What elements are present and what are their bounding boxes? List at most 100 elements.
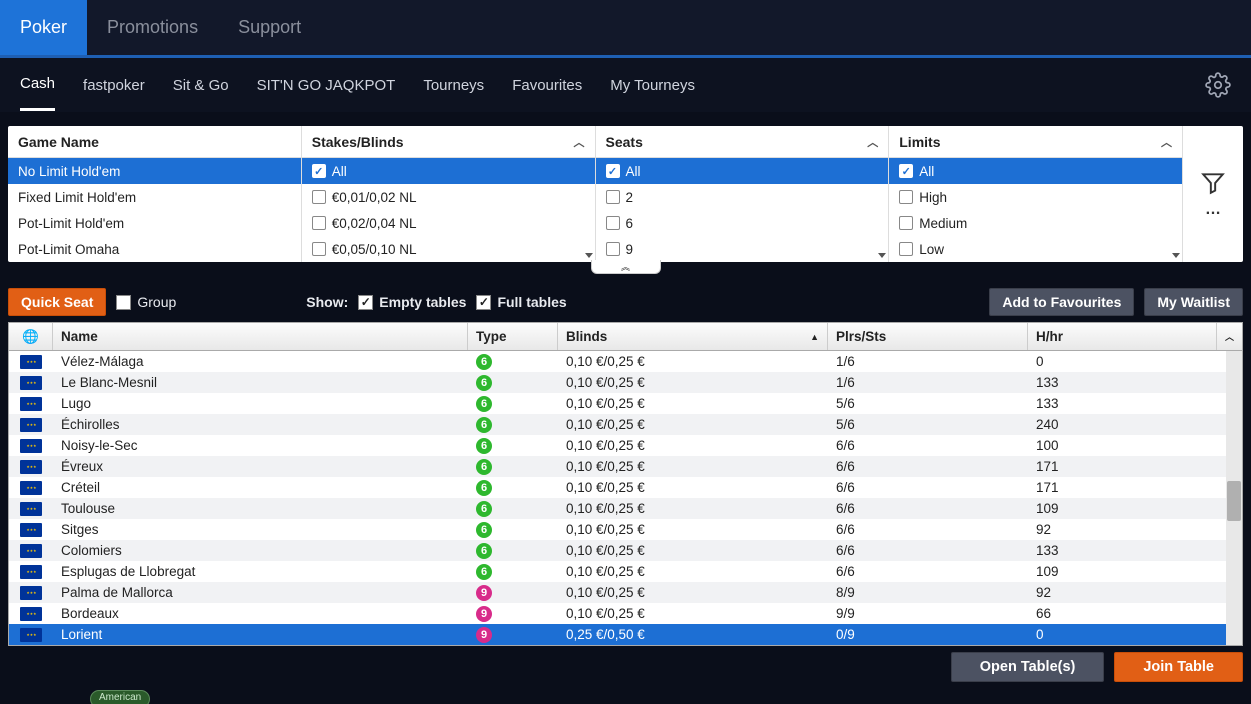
cell-blinds: 0,10 €/0,25 € <box>558 501 828 516</box>
scrollbar[interactable] <box>1226 351 1242 645</box>
filter-stakes-0204[interactable]: €0,02/0,04 NL <box>302 210 595 236</box>
col-blinds[interactable]: Blinds▲ <box>558 323 828 350</box>
my-waitlist-button[interactable]: My Waitlist <box>1144 288 1243 316</box>
table-row[interactable]: ⋆⋆⋆Toulouse60,10 €/0,25 €6/6109 <box>9 498 1242 519</box>
scrollbar-thumb[interactable] <box>1227 481 1241 521</box>
cell-plrs: 6/6 <box>828 459 1028 474</box>
topnav-tab-promotions[interactable]: Promotions <box>87 0 218 55</box>
empty-tables-checkbox[interactable]: Empty tables <box>358 294 466 310</box>
filter-limits-high[interactable]: High <box>889 184 1182 210</box>
cell-hhr: 133 <box>1028 543 1226 558</box>
filter-seats-6[interactable]: 6 <box>596 210 889 236</box>
cell-name: Colomiers <box>53 543 468 558</box>
table-row[interactable]: ⋆⋆⋆Évreux60,10 €/0,25 €6/6171 <box>9 456 1242 477</box>
cell-plrs: 6/6 <box>828 543 1028 558</box>
open-table-button[interactable]: Open Table(s) <box>951 652 1105 682</box>
filter-limits-low[interactable]: Low <box>889 236 1182 262</box>
col-hhr[interactable]: H/hr <box>1028 323 1217 350</box>
subnav-tab-jackpot[interactable]: SIT'N GO JAQKPOT <box>257 61 396 110</box>
filter-header-limits: Limits <box>899 134 940 150</box>
topnav-tab-poker[interactable]: Poker <box>0 0 87 55</box>
filter-stakes-0102[interactable]: €0,01/0,02 NL <box>302 184 595 210</box>
filter-header-gamename: Game Name <box>18 134 99 150</box>
filter-seats-9[interactable]: 9 <box>596 236 889 262</box>
table-toolbar: Quick Seat Group Show: Empty tables Full… <box>8 282 1243 322</box>
table-row[interactable]: ⋆⋆⋆Créteil60,10 €/0,25 €6/6171 <box>9 477 1242 498</box>
lobby-table: 🌐 Name Type Blinds▲ Plrs/Sts H/hr ︿ ⋆⋆⋆V… <box>8 322 1243 646</box>
cell-plrs: 8/9 <box>828 585 1028 600</box>
full-tables-checkbox[interactable]: Full tables <box>476 294 566 310</box>
chevron-up-icon[interactable]: ︿ <box>867 134 878 150</box>
eu-flag-icon: ⋆⋆⋆ <box>20 523 42 537</box>
cell-blinds: 0,10 €/0,25 € <box>558 375 828 390</box>
cell-plrs: 6/6 <box>828 438 1028 453</box>
table-row[interactable]: ⋆⋆⋆Bordeaux90,10 €/0,25 €9/966 <box>9 603 1242 624</box>
cell-blinds: 0,10 €/0,25 € <box>558 417 828 432</box>
table-row[interactable]: ⋆⋆⋆Sitges60,10 €/0,25 €6/692 <box>9 519 1242 540</box>
table-row[interactable]: ⋆⋆⋆Esplugas de Llobregat60,10 €/0,25 €6/… <box>9 561 1242 582</box>
subnav-tab-fastpoker[interactable]: fastpoker <box>83 61 145 110</box>
cell-plrs: 6/6 <box>828 522 1028 537</box>
filter-icon <box>1200 170 1226 201</box>
filter-stakes-all[interactable]: All <box>302 158 595 184</box>
filter-limits-all[interactable]: All <box>889 158 1182 184</box>
subnav-tab-mytourneys[interactable]: My Tourneys <box>610 61 695 110</box>
cell-plrs: 6/6 <box>828 501 1028 516</box>
group-checkbox[interactable]: Group <box>116 294 176 310</box>
col-scroll[interactable]: ︿ <box>1217 323 1242 350</box>
filter-item-plo[interactable]: Pot-Limit Omaha <box>8 236 301 262</box>
filter-stakes-0510[interactable]: €0,05/0,10 NL <box>302 236 595 262</box>
table-row[interactable]: ⋆⋆⋆Colomiers60,10 €/0,25 €6/6133 <box>9 540 1242 561</box>
cell-plrs: 5/6 <box>828 417 1028 432</box>
filter-seats-2[interactable]: 2 <box>596 184 889 210</box>
cell-name: Palma de Mallorca <box>53 585 468 600</box>
col-name[interactable]: Name <box>53 323 468 350</box>
show-label: Show: <box>306 294 348 310</box>
join-table-button[interactable]: Join Table <box>1114 652 1243 682</box>
footer: American <box>0 688 1251 704</box>
cell-blinds: 0,10 €/0,25 € <box>558 564 828 579</box>
add-favourites-button[interactable]: Add to Favourites <box>989 288 1134 316</box>
cell-blinds: 0,10 €/0,25 € <box>558 438 828 453</box>
subnav-tab-cash[interactable]: Cash <box>20 59 55 111</box>
table-row[interactable]: ⋆⋆⋆Noisy-le-Sec60,10 €/0,25 €6/6100 <box>9 435 1242 456</box>
eu-flag-icon: ⋆⋆⋆ <box>20 628 42 642</box>
table-body: ⋆⋆⋆Vélez-Málaga60,10 €/0,25 €1/60⋆⋆⋆Le B… <box>9 351 1242 645</box>
table-row[interactable]: ⋆⋆⋆Le Blanc-Mesnil60,10 €/0,25 €1/6133 <box>9 372 1242 393</box>
filter-seats-all[interactable]: All <box>596 158 889 184</box>
cell-hhr: 0 <box>1028 627 1226 642</box>
col-plrs[interactable]: Plrs/Sts <box>828 323 1028 350</box>
cell-plrs: 6/6 <box>828 564 1028 579</box>
filter-item-nlh[interactable]: No Limit Hold'em <box>8 158 301 184</box>
chevron-up-icon: ︿ <box>1225 330 1234 343</box>
settings-icon[interactable] <box>1205 72 1231 103</box>
subnav-tab-tourneys[interactable]: Tourneys <box>423 61 484 110</box>
table-row[interactable]: ⋆⋆⋆Lorient90,25 €/0,50 €0/90 <box>9 624 1242 645</box>
col-type[interactable]: Type <box>468 323 558 350</box>
col-region[interactable]: 🌐 <box>9 323 53 350</box>
filter-limits-medium[interactable]: Medium <box>889 210 1182 236</box>
filter-item-plh[interactable]: Pot-Limit Hold'em <box>8 210 301 236</box>
subnav-tab-favourites[interactable]: Favourites <box>512 61 582 110</box>
chevron-up-icon[interactable]: ︿ <box>574 134 585 150</box>
cell-name: Esplugas de Llobregat <box>53 564 468 579</box>
table-row[interactable]: ⋆⋆⋆Palma de Mallorca90,10 €/0,25 €8/992 <box>9 582 1242 603</box>
cell-blinds: 0,10 €/0,25 € <box>558 585 828 600</box>
cell-name: Vélez-Málaga <box>53 354 468 369</box>
filter-more[interactable]: … <box>1183 126 1243 262</box>
cell-name: Le Blanc-Mesnil <box>53 375 468 390</box>
filter-item-flh[interactable]: Fixed Limit Hold'em <box>8 184 301 210</box>
filter-stakes: Stakes/Blinds︿ All €0,01/0,02 NL €0,02/0… <box>302 126 596 262</box>
subnav-tab-sitgo[interactable]: Sit & Go <box>173 61 229 110</box>
eu-flag-icon: ⋆⋆⋆ <box>20 418 42 432</box>
table-row[interactable]: ⋆⋆⋆Lugo60,10 €/0,25 €5/6133 <box>9 393 1242 414</box>
cell-name: Toulouse <box>53 501 468 516</box>
table-row[interactable]: ⋆⋆⋆Vélez-Málaga60,10 €/0,25 €1/60 <box>9 351 1242 372</box>
topnav-tab-support[interactable]: Support <box>218 0 321 55</box>
collapse-filters-icon[interactable]: ︽ <box>591 260 661 274</box>
cell-blinds: 0,10 €/0,25 € <box>558 459 828 474</box>
table-row[interactable]: ⋆⋆⋆Échirolles60,10 €/0,25 €5/6240 <box>9 414 1242 435</box>
chevron-up-icon[interactable]: ︿ <box>1161 134 1172 150</box>
cell-name: Créteil <box>53 480 468 495</box>
quick-seat-button[interactable]: Quick Seat <box>8 288 106 316</box>
